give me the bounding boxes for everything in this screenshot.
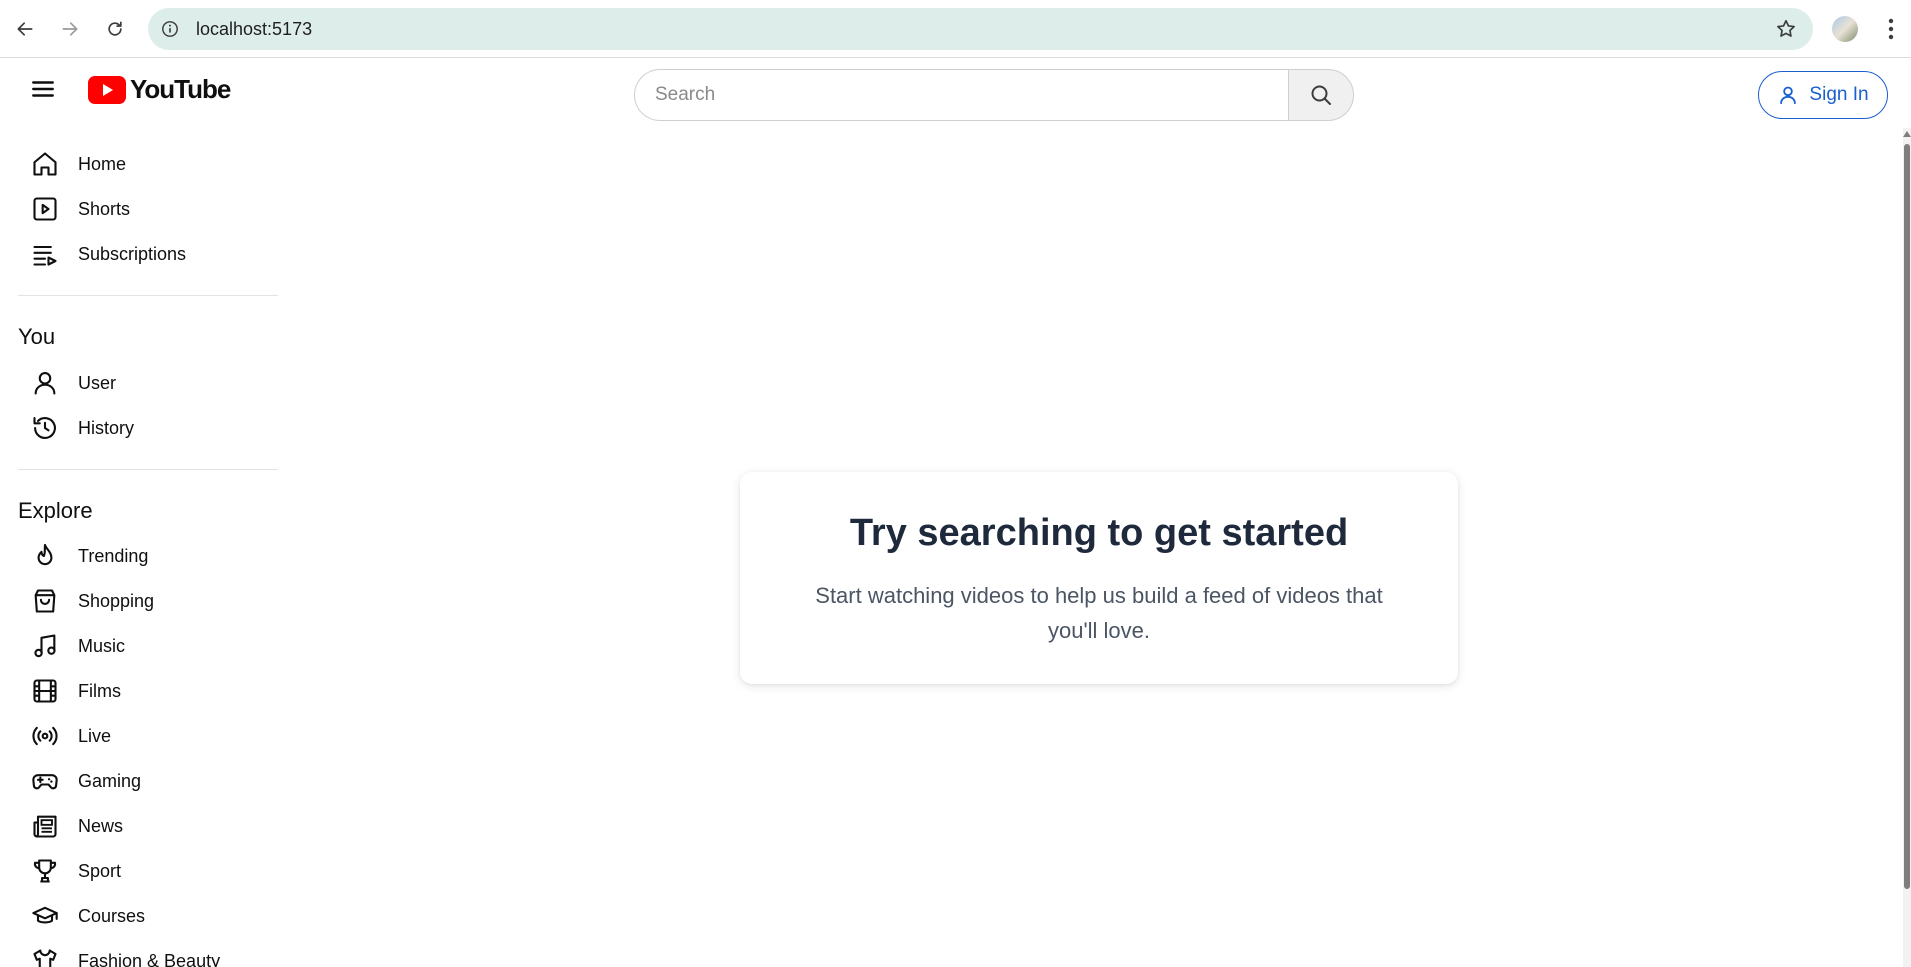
browser-profile-avatar[interactable] <box>1832 16 1858 42</box>
sidebar-item-history[interactable]: History <box>30 408 280 448</box>
back-button[interactable] <box>10 14 40 44</box>
newspaper-icon <box>30 811 60 841</box>
url-text[interactable]: localhost:5173 <box>196 19 312 40</box>
subscriptions-icon <box>30 239 60 269</box>
shorts-icon <box>30 194 60 224</box>
bookmark-star-icon[interactable] <box>1775 18 1797 40</box>
hamburger-icon <box>32 81 54 97</box>
gamepad-icon <box>30 766 60 796</box>
search-bar <box>634 69 1354 121</box>
youtube-play-icon <box>88 75 126 104</box>
page-scrollbar[interactable] <box>1903 128 1911 967</box>
sidebar-item-label: Live <box>78 725 112 746</box>
sidebar-item-label: History <box>78 417 135 438</box>
sidebar: Home Shorts Subscriptions You User Histo… <box>0 128 290 967</box>
sidebar-item-user[interactable]: User <box>30 363 280 403</box>
sidebar-item-music[interactable]: Music <box>30 626 280 666</box>
forward-button[interactable] <box>55 14 85 44</box>
address-bar[interactable]: localhost:5173 <box>148 8 1813 50</box>
sidebar-item-label: Shorts <box>78 198 131 219</box>
sidebar-item-label: Sport <box>78 860 122 881</box>
scroll-thumb[interactable] <box>1904 144 1910 889</box>
sign-in-button[interactable]: Sign In <box>1758 71 1888 119</box>
sidebar-item-label: Films <box>78 680 121 701</box>
sidebar-item-sport[interactable]: Sport <box>30 851 280 891</box>
sidebar-item-label: Home <box>78 153 127 174</box>
sidebar-item-label: Music <box>78 635 126 656</box>
sidebar-item-label: Courses <box>78 905 146 926</box>
sidebar-item-live[interactable]: Live <box>30 716 280 756</box>
browser-menu-button[interactable] <box>1876 14 1906 44</box>
browser-toolbar: localhost:5173 <box>0 0 1911 58</box>
arrow-left-icon <box>17 22 33 36</box>
flame-icon <box>30 541 60 571</box>
shopping-bag-icon <box>30 586 60 616</box>
sidebar-item-label: Subscriptions <box>78 243 187 264</box>
sidebar-item-label: Shopping <box>78 590 155 611</box>
live-icon <box>30 721 60 751</box>
user-icon <box>30 368 60 398</box>
reload-icon <box>108 21 122 36</box>
sidebar-heading-you: You <box>18 324 56 349</box>
film-icon <box>30 676 60 706</box>
sidebar-divider <box>18 469 278 470</box>
sign-in-label: Sign In <box>1809 84 1869 105</box>
app-header: YouTube Sign In <box>0 58 1911 128</box>
sidebar-item-shorts[interactable]: Shorts <box>30 189 280 229</box>
user-icon <box>1780 86 1797 105</box>
sidebar-item-courses[interactable]: Courses <box>30 896 280 936</box>
sidebar-item-label: News <box>78 815 124 836</box>
logo-text: YouTube <box>130 74 231 104</box>
sidebar-item-subscriptions[interactable]: Subscriptions <box>30 234 280 274</box>
sidebar-item-label: User <box>78 372 117 393</box>
search-button[interactable] <box>1288 69 1354 121</box>
sidebar-item-films[interactable]: Films <box>30 671 280 711</box>
scroll-up-arrow-icon[interactable] <box>1903 128 1911 140</box>
search-input[interactable] <box>634 69 1288 121</box>
graduation-cap-icon <box>30 901 60 931</box>
empty-state-title: Try searching to get started <box>849 512 1349 554</box>
shirt-icon <box>30 946 60 967</box>
sidebar-item-trending[interactable]: Trending <box>30 536 280 576</box>
site-info-icon[interactable] <box>160 19 180 39</box>
sidebar-item-gaming[interactable]: Gaming <box>30 761 280 801</box>
sidebar-heading-explore: Explore <box>18 498 93 523</box>
youtube-logo[interactable]: YouTube <box>88 74 231 105</box>
sidebar-item-label: Trending <box>78 545 149 566</box>
sidebar-item-shopping[interactable]: Shopping <box>30 581 280 621</box>
music-icon <box>30 631 60 661</box>
sidebar-divider <box>18 295 278 296</box>
arrow-right-icon <box>62 22 78 36</box>
reload-button[interactable] <box>100 14 130 44</box>
sidebar-item-label: Fashion & Beauty <box>78 950 221 967</box>
empty-state-subtitle: Start watching videos to help us build a… <box>815 583 1383 643</box>
sidebar-item-label: Gaming <box>78 770 142 791</box>
sidebar-item-news[interactable]: News <box>30 806 280 846</box>
menu-button[interactable] <box>26 72 60 106</box>
history-icon <box>30 413 60 443</box>
sidebar-item-fashion-beauty[interactable]: Fashion & Beauty <box>30 941 280 967</box>
empty-state-card: Try searching to get started Start watch… <box>740 472 1458 684</box>
more-vert-icon <box>1888 18 1894 40</box>
sidebar-item-home[interactable]: Home <box>30 144 280 184</box>
search-icon <box>1311 85 1331 105</box>
trophy-icon <box>30 856 60 886</box>
home-icon <box>30 149 60 179</box>
